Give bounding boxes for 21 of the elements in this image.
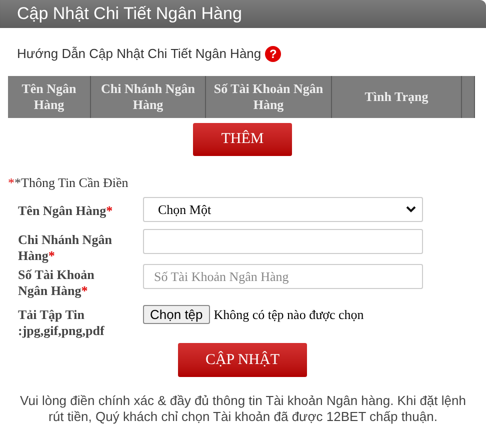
footer-note: Vui lòng điền chính xác & đầy đủ thông tin Tài khoản Ngân hàng. Khi đặt lệnh rút tiền, Quý khách chỉ chọn Tài khoản đã được 12BET chấp thuận. [20,393,466,425]
field-label: Tên Ngân Hàng* [18,202,114,219]
required-note: **Thông Tin Cần Điền [8,174,130,192]
field-label: Tải Tập Tin :jpg,gif,png,pdf [18,306,106,339]
column-header: Chi Nhánh Ngân Hàng [91,76,206,118]
field-label: Chi Nhánh Ngân Hàng* [18,231,113,264]
choose-file-button[interactable]: Chọn tệp [143,305,210,324]
file-status: Không có tệp nào được chọn [214,306,364,324]
help-icon[interactable]: ? [265,46,282,62]
column-header: Tình Trạng [332,76,462,118]
bank-select[interactable]: Chọn Một [143,197,423,222]
input-field[interactable]: Số Tài Khoản Ngân Hàng [143,264,423,289]
column-header: Tên Ngân Hàng [8,76,91,118]
window-title: Cập Nhật Chi Tiết Ngân Hàng [17,3,242,26]
update-button[interactable]: CẬP NHẬT [178,343,307,377]
chevron-down-icon [406,206,416,213]
add-button[interactable]: THÊM [193,122,292,156]
guide-text: Hướng Dẫn Cập Nhật Chi Tiết Ngân Hàng [17,45,262,63]
field-label: Số Tài Khoản Ngân Hàng* [18,266,96,299]
column-header: Số Tài Khoản Ngân Hàng [206,76,332,118]
input-field[interactable] [143,229,423,254]
